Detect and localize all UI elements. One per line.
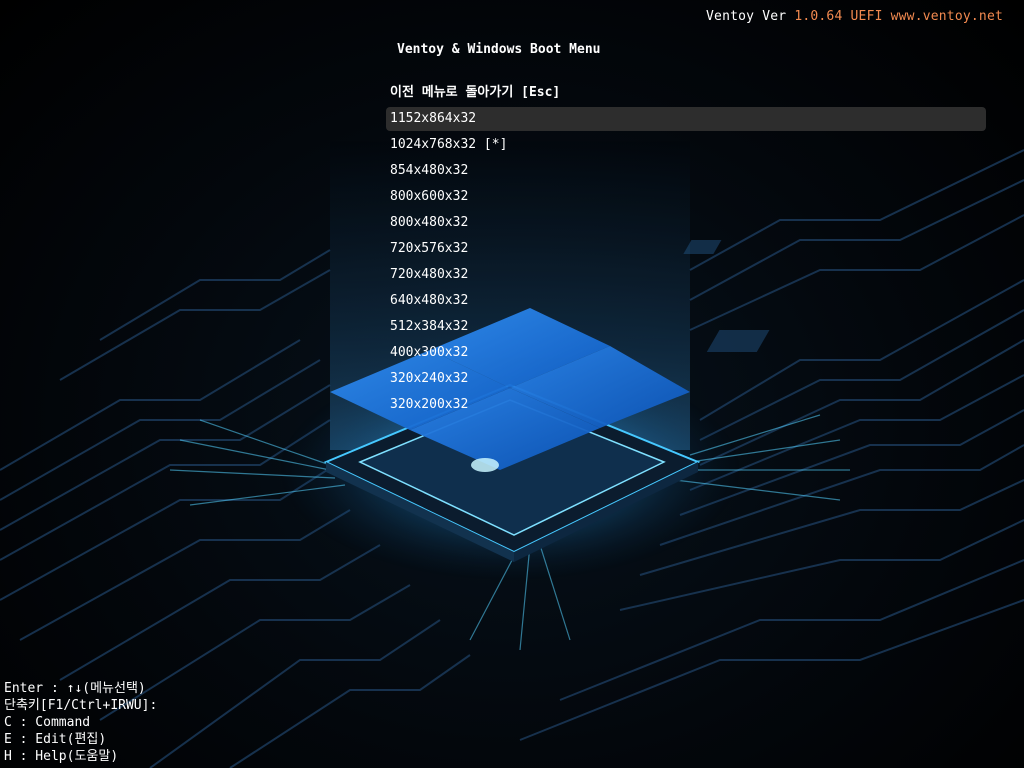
menu-item-resolution[interactable]: 720x576x32	[386, 236, 986, 262]
menu-item-resolution[interactable]: 640x480x32	[386, 288, 986, 314]
menu-item-resolution[interactable]: 400x300x32	[386, 340, 986, 366]
help-line-help: H : Help(도움말)	[4, 749, 119, 764]
menu-title: Ventoy & Windows Boot Menu	[397, 42, 601, 57]
ventoy-boot-screen: Ventoy Ver 1.0.64 UEFI www.ventoy.net Ven…	[0, 0, 1024, 768]
hotkey-help: Enter : ↑↓(메뉴선택) 단축키[F1/Ctrl+IRWU]: C : …	[4, 680, 157, 765]
menu-item-resolution[interactable]: 512x384x32	[386, 314, 986, 340]
menu-item-resolution[interactable]: 854x480x32	[386, 158, 986, 184]
menu-item-resolution[interactable]: 800x480x32	[386, 210, 986, 236]
help-line-hotkeys: 단축키[F1/Ctrl+IRWU]:	[4, 698, 158, 713]
menu-item-resolution[interactable]: 320x240x32	[386, 366, 986, 392]
version-bar: Ventoy Ver 1.0.64 UEFI www.ventoy.net	[706, 9, 1003, 24]
boot-menu-list: 이전 메뉴로 돌아가기 [Esc] 1152x864x32 1024x768x3…	[386, 80, 986, 418]
menu-item-resolution[interactable]: 320x200x32	[386, 392, 986, 418]
website-link: www.ventoy.net	[890, 9, 1003, 24]
help-line-enter: Enter : ↑↓(메뉴선택)	[4, 681, 146, 696]
menu-item-resolution[interactable]: 1152x864x32	[386, 107, 986, 131]
menu-item-resolution[interactable]: 720x480x32	[386, 262, 986, 288]
version-text: 1.0.64 UEFI	[794, 9, 883, 24]
help-line-edit: E : Edit(편집)	[4, 732, 107, 747]
menu-item-resolution[interactable]: 1024x768x32 [*]	[386, 132, 986, 158]
product-label: Ventoy Ver	[706, 9, 795, 24]
back-menu-item[interactable]: 이전 메뉴로 돌아가기 [Esc]	[386, 80, 986, 106]
menu-item-resolution[interactable]: 800x600x32	[386, 184, 986, 210]
help-line-command: C : Command	[4, 715, 91, 730]
